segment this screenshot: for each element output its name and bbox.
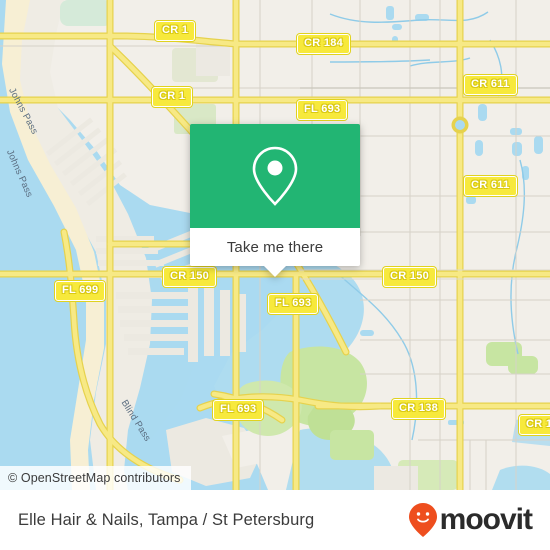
road-shield: FL 693 bbox=[268, 294, 319, 314]
moovit-brand[interactable]: moovit bbox=[408, 502, 533, 538]
map-pin-icon bbox=[252, 146, 298, 206]
osm-attribution[interactable]: © OpenStreetMap contributors bbox=[0, 466, 191, 490]
take-me-there-label: Take me there bbox=[226, 238, 324, 256]
card-pointer-tail bbox=[264, 266, 286, 277]
moovit-wordmark: moovit bbox=[439, 503, 533, 536]
road-shield: FL 693 bbox=[297, 100, 348, 120]
road-shield: CR 150 bbox=[163, 267, 217, 287]
poi-card-image bbox=[190, 124, 360, 228]
roundabout-icon bbox=[451, 116, 469, 134]
poi-card-action[interactable]: Take me there bbox=[190, 228, 360, 277]
road-shield: CR 184 bbox=[297, 34, 351, 54]
place-title: Elle Hair & Nails, Tampa / St Petersburg bbox=[18, 510, 315, 529]
map-canvas[interactable]: Johns Pass Johns Pass Blind Pass CR 1 CR… bbox=[0, 0, 550, 490]
road-shield: CR 150 bbox=[383, 267, 437, 287]
road-shield: FL 699 bbox=[55, 281, 106, 301]
road-shield: FL 693 bbox=[213, 400, 264, 420]
road-shield: CR 611 bbox=[464, 75, 517, 95]
road-shield: CR 138 bbox=[392, 399, 446, 419]
road-shield: CR 611 bbox=[464, 176, 517, 196]
map-screenshot-root: Johns Pass Johns Pass Blind Pass CR 1 CR… bbox=[0, 0, 550, 550]
attribution-text: © OpenStreetMap contributors bbox=[8, 471, 181, 485]
road-shield: CR 1 bbox=[152, 87, 193, 107]
poi-popup-card[interactable]: Take me there bbox=[190, 124, 360, 277]
road-shield: CR 1 bbox=[155, 21, 196, 41]
road-shield: CR 13 bbox=[519, 415, 550, 435]
moovit-smiling-pin-icon bbox=[408, 503, 437, 537]
footer-bar: Elle Hair & Nails, Tampa / St Petersburg… bbox=[0, 490, 550, 550]
